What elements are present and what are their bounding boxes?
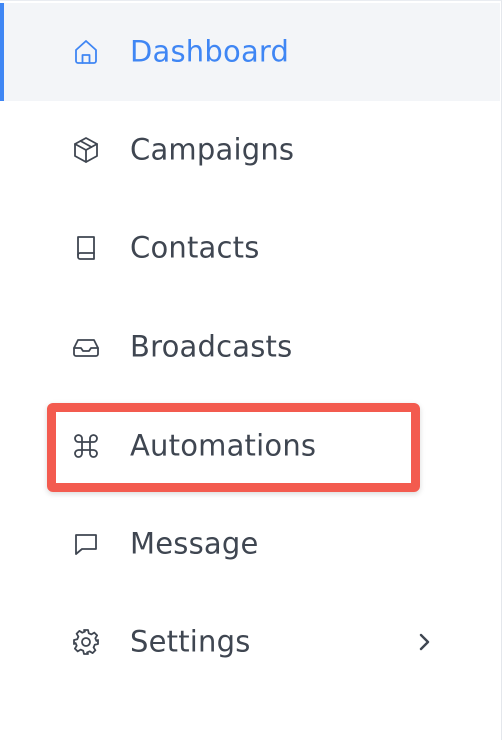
sidebar-item-label: Broadcasts <box>130 329 293 364</box>
sidebar-item-label: Settings <box>130 624 251 659</box>
cube-icon <box>70 134 102 166</box>
inbox-icon <box>70 331 102 363</box>
home-icon <box>70 36 102 68</box>
sidebar-item-contacts[interactable]: Contacts <box>0 199 500 297</box>
command-icon <box>70 430 102 462</box>
gear-icon <box>70 626 102 658</box>
sidebar-item-campaigns[interactable]: Campaigns <box>0 101 500 199</box>
sidebar-item-automations[interactable]: Automations <box>0 397 500 495</box>
sidebar-item-message[interactable]: Message <box>0 495 500 593</box>
sidebar-item-dashboard[interactable]: Dashboard <box>0 3 500 101</box>
sidebar-item-broadcasts[interactable]: Broadcasts <box>0 298 500 396</box>
sidebar-item-label: Automations <box>130 428 317 463</box>
sidebar-item-label: Campaigns <box>130 132 295 167</box>
sidebar-nav: Dashboard Campaigns Contacts Broadcasts … <box>0 0 502 740</box>
book-icon <box>70 232 102 264</box>
sidebar-item-settings[interactable]: Settings <box>0 593 500 691</box>
sidebar-item-label: Message <box>130 526 259 561</box>
chevron-right-icon[interactable] <box>414 630 434 654</box>
chat-bubble-icon <box>70 528 102 560</box>
sidebar-item-label: Dashboard <box>130 34 290 69</box>
sidebar-item-label: Contacts <box>130 230 260 265</box>
